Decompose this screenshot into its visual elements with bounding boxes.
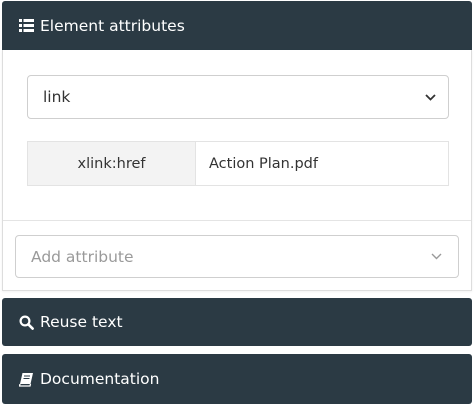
add-attribute-select[interactable]: Add attribute bbox=[15, 235, 459, 278]
element-attributes-title: Element attributes bbox=[40, 16, 185, 35]
reuse-text-header[interactable]: Reuse text bbox=[2, 298, 472, 346]
list-icon bbox=[18, 18, 34, 34]
attribute-name: xlink:href bbox=[28, 142, 196, 185]
divider bbox=[3, 220, 471, 221]
element-select[interactable]: link bbox=[27, 75, 449, 119]
documentation-title: Documentation bbox=[40, 370, 160, 388]
add-attribute-placeholder: Add attribute bbox=[31, 247, 134, 266]
chevron-down-icon bbox=[430, 251, 442, 263]
element-attributes-panel: link xlink:href Action Plan.pdf Add attr… bbox=[2, 50, 472, 291]
element-select-value: link bbox=[43, 88, 71, 106]
search-icon bbox=[18, 314, 34, 330]
chevron-down-icon bbox=[424, 91, 436, 103]
documentation-header[interactable]: Documentation bbox=[2, 354, 472, 404]
reuse-text-title: Reuse text bbox=[40, 313, 123, 331]
book-icon bbox=[18, 371, 34, 387]
element-attributes-header[interactable]: Element attributes bbox=[2, 1, 472, 50]
attribute-value[interactable]: Action Plan.pdf bbox=[196, 142, 448, 185]
attribute-row: xlink:href Action Plan.pdf bbox=[27, 141, 449, 186]
